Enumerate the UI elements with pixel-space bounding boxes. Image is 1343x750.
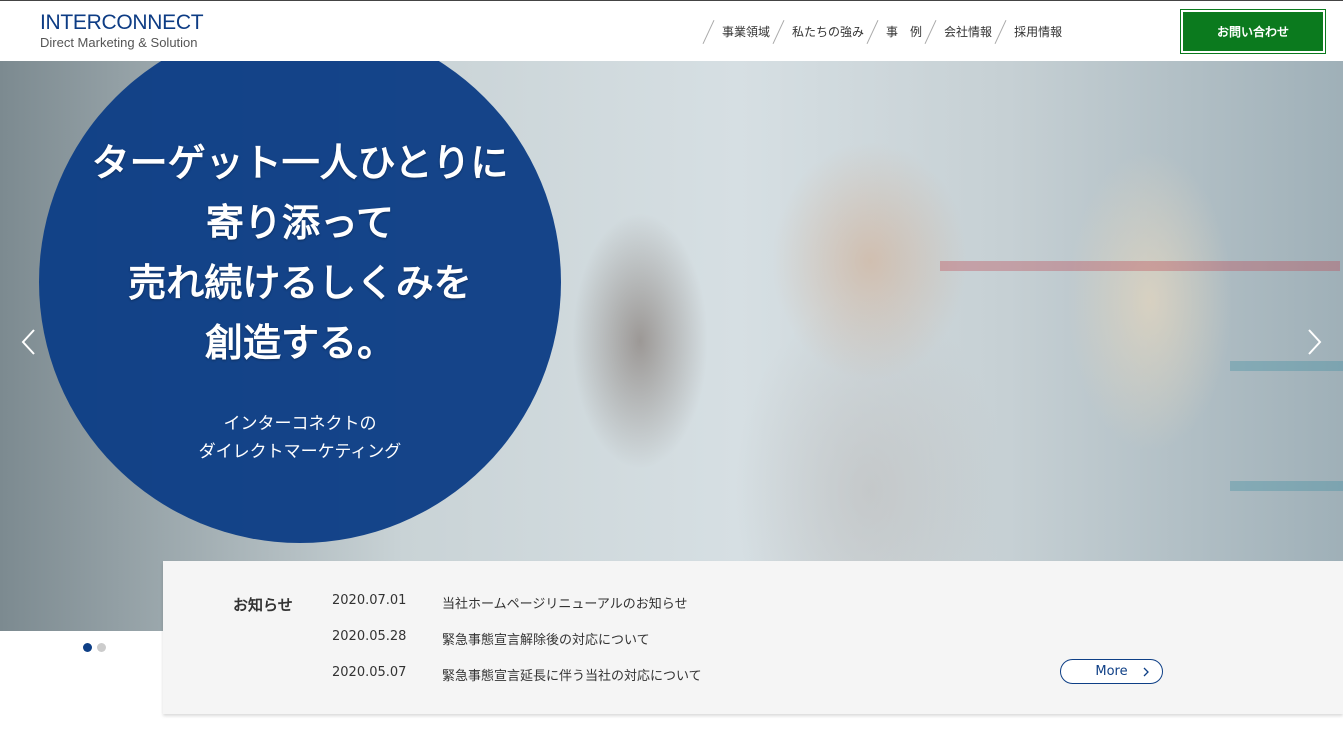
nav-item-cases[interactable]: 事 例 [864, 1, 922, 62]
nav-label: 事業領域 [722, 25, 771, 39]
headline-line: ターゲット一人ひとりに [91, 141, 509, 185]
nav-label: 会社情報 [944, 25, 993, 39]
news-text: 緊急事態宣言解除後の対応について [442, 633, 650, 648]
hero-photo-shelf [1230, 361, 1343, 371]
nav-label: 私たちの強み [792, 25, 865, 39]
hero-headline: ターゲット一人ひとりに 寄り添って 売れ続けるしくみを 創造する。 [40, 133, 560, 373]
news-date: 2020.05.28 [332, 629, 407, 644]
nav-item-business[interactable]: 事業領域 [700, 1, 770, 62]
news-date: 2020.05.07 [332, 665, 407, 680]
hero-photo-shelf [1230, 481, 1343, 491]
more-button[interactable]: More [1060, 659, 1163, 684]
slider-dot[interactable] [97, 643, 106, 652]
chevron-right-icon[interactable] [1303, 328, 1325, 355]
news-panel: お知らせ 2020.07.01 当社ホームページリニューアルのお知らせ 2020… [163, 561, 1343, 714]
nav-divider [994, 19, 1007, 44]
headline-line: 創造する。 [204, 321, 395, 365]
nav-divider [702, 19, 715, 44]
nav-label: 採用情報 [1014, 25, 1063, 39]
contact-button[interactable]: お問い合わせ [1180, 9, 1326, 54]
nav-item-recruit[interactable]: 採用情報 [992, 1, 1062, 62]
headline-line: 寄り添って [205, 201, 395, 245]
site-header: INTERCONNECT Direct Marketing & Solution… [0, 0, 1343, 61]
more-label: More [1095, 664, 1128, 679]
nav-divider [924, 19, 937, 44]
main-nav: 事業領域 私たちの強み 事 例 会社情報 採用情報 [700, 1, 1062, 62]
news-text: 当社ホームページリニューアルのお知らせ [442, 597, 688, 612]
slider-dots [83, 643, 106, 652]
nav-label: 事 例 [886, 25, 923, 39]
news-date: 2020.07.01 [332, 593, 407, 608]
logo-sub-text: Direct Marketing & Solution [40, 35, 198, 50]
headline-line: 売れ続けるしくみを [128, 261, 472, 305]
slider-dot[interactable] [83, 643, 92, 652]
hero-photo-shelf [940, 261, 1340, 271]
news-title: お知らせ [233, 596, 293, 614]
hero-subline: インターコネクトの ダイレクトマーケティング [40, 410, 560, 466]
hero-slider: ターゲット一人ひとりに 寄り添って 売れ続けるしくみを 創造する。 インターコネ… [0, 61, 1343, 631]
subline-line: インターコネクトの [223, 414, 377, 434]
news-text: 緊急事態宣言延長に伴う当社の対応について [442, 669, 702, 684]
news-item[interactable]: 2020.05.07 緊急事態宣言延長に伴う当社の対応について [332, 665, 702, 684]
nav-divider [866, 19, 879, 44]
nav-item-company[interactable]: 会社情報 [922, 1, 992, 62]
nav-divider [772, 19, 785, 44]
logo-main-text: INTERCONNECT [40, 11, 204, 34]
news-item[interactable]: 2020.07.01 当社ホームページリニューアルのお知らせ [332, 593, 687, 612]
subline-line: ダイレクトマーケティング [198, 442, 402, 462]
nav-item-strengths[interactable]: 私たちの強み [770, 1, 864, 62]
chevron-left-icon[interactable] [18, 328, 40, 355]
site-logo[interactable]: INTERCONNECT Direct Marketing & Solution [40, 11, 204, 51]
news-item[interactable]: 2020.05.28 緊急事態宣言解除後の対応について [332, 629, 650, 648]
chevron-right-icon [1143, 667, 1149, 677]
